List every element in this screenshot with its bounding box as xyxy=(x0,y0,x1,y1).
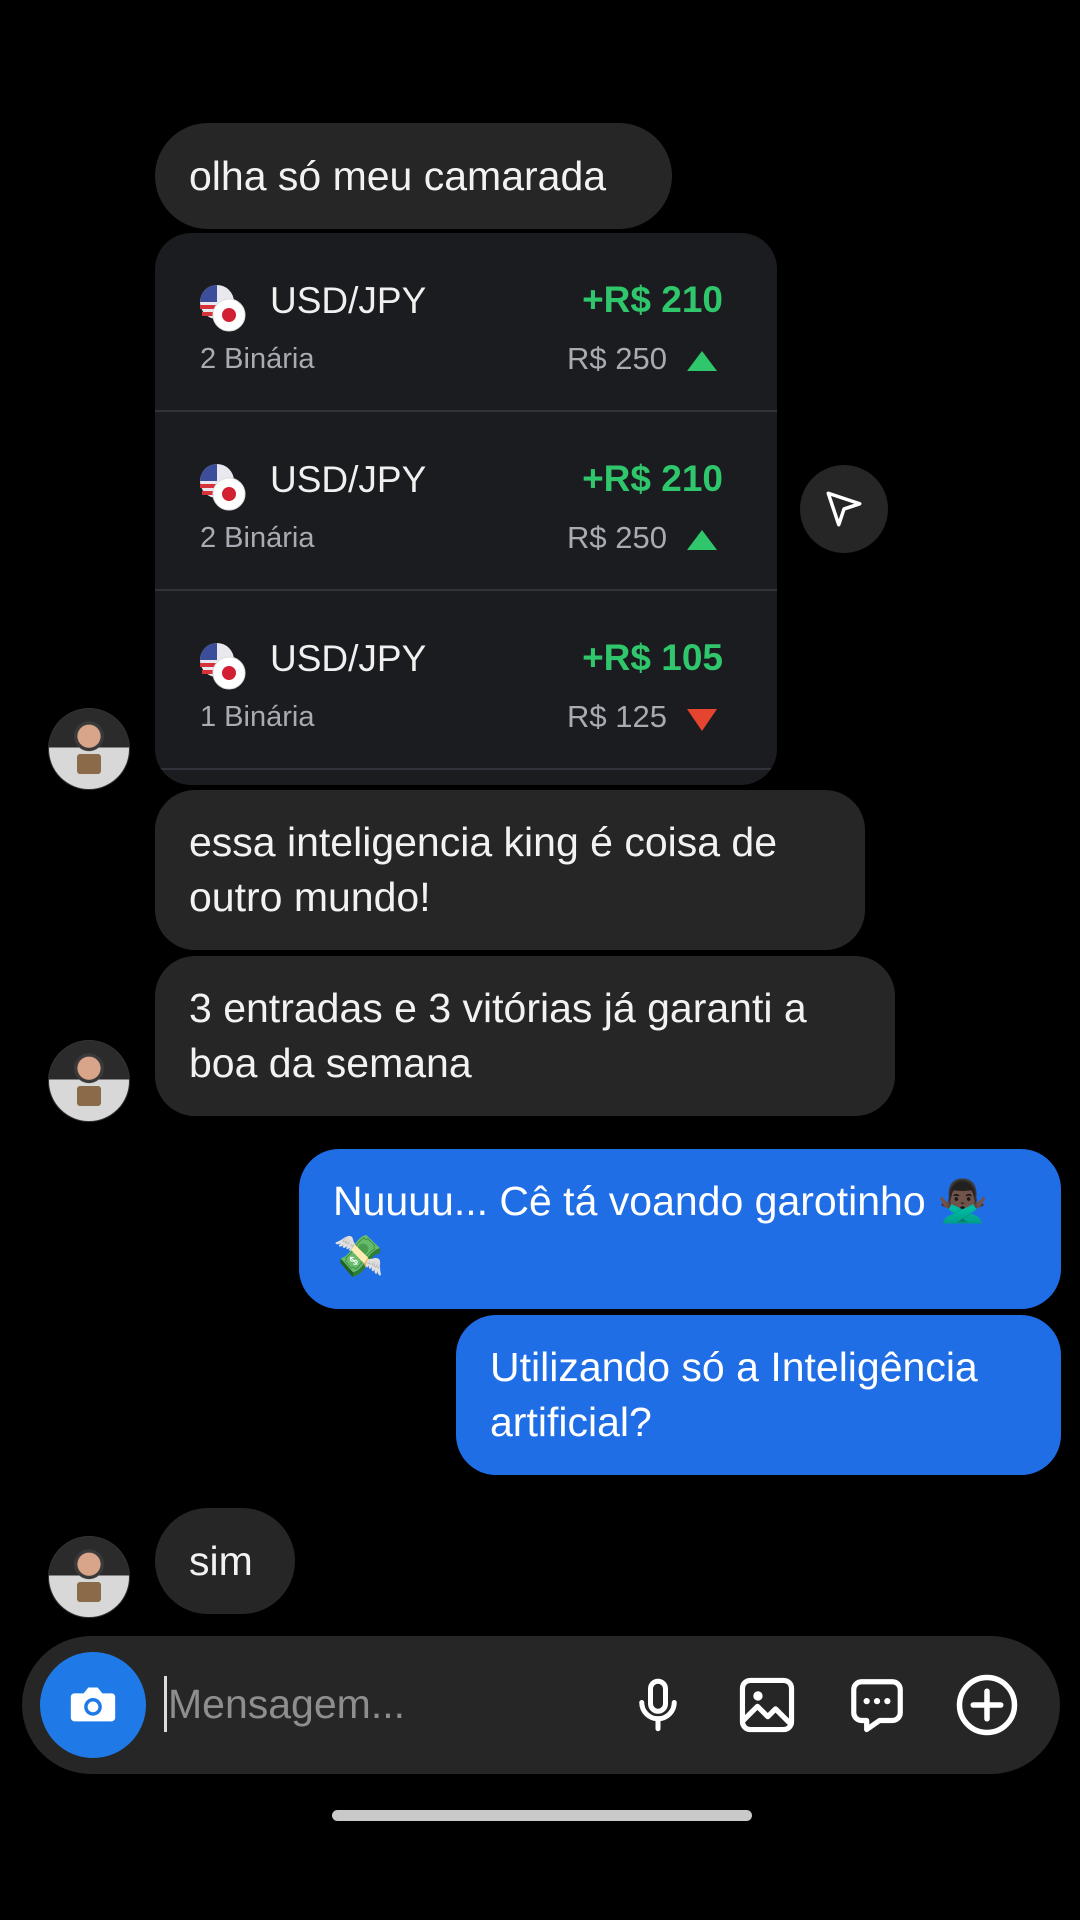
text-cursor xyxy=(164,1676,167,1732)
trade-row: USD/JPY 2 Binária +R$ 210 R$ 250 xyxy=(155,233,777,412)
sticker-button[interactable] xyxy=(843,1671,911,1739)
message-text-line: 💸 xyxy=(333,1233,385,1279)
microphone-button[interactable] xyxy=(624,1671,692,1739)
usd-jpy-flag-icon xyxy=(200,464,246,511)
message-text-line: Nuuuu... Cê tá voando garotinho 🙅🏿‍♂️ xyxy=(333,1178,989,1224)
arrow-up-icon xyxy=(687,351,717,371)
trade-profit: +R$ 210 xyxy=(582,458,723,499)
message-text-line: essa inteligencia king é coisa de xyxy=(189,819,778,865)
outgoing-message[interactable]: Utilizando só a Inteligência artificial? xyxy=(456,1315,1061,1475)
incoming-message[interactable]: olha só meu camarada xyxy=(155,123,672,229)
send-icon xyxy=(826,491,862,527)
message-input[interactable] xyxy=(168,1667,588,1741)
avatar[interactable] xyxy=(48,1040,130,1122)
trade-stake: R$ 250 xyxy=(567,520,667,555)
share-button[interactable] xyxy=(800,465,888,553)
usd-jpy-flag-icon xyxy=(200,285,246,332)
trade-stake: R$ 250 xyxy=(567,341,667,376)
add-button[interactable] xyxy=(953,1671,1021,1739)
message-text-line: Utilizando só a Inteligência xyxy=(490,1344,978,1390)
avatar[interactable] xyxy=(48,1536,130,1618)
incoming-message[interactable]: sim xyxy=(155,1508,295,1614)
message-text-line: boa da semana xyxy=(189,1040,472,1086)
arrow-up-icon xyxy=(687,530,717,550)
message-composer xyxy=(22,1636,1060,1774)
currency-pair: USD/JPY xyxy=(270,459,427,500)
usd-jpy-flag-icon xyxy=(200,643,246,690)
message-text-line: outro mundo! xyxy=(189,874,431,920)
camera-button[interactable] xyxy=(40,1652,146,1758)
image-icon xyxy=(739,1677,795,1733)
incoming-message[interactable]: essa inteligencia king é coisa de outro … xyxy=(155,790,865,950)
outgoing-message[interactable]: Nuuuu... Cê tá voando garotinho 🙅🏿‍♂️ 💸 xyxy=(299,1149,1061,1309)
trade-stake: R$ 125 xyxy=(567,699,667,734)
trade-type: 2 Binária xyxy=(200,343,315,375)
currency-pair: USD/JPY xyxy=(270,280,427,321)
arrow-down-icon xyxy=(687,709,717,731)
trade-type: 1 Binária xyxy=(200,701,315,733)
trade-results-card[interactable]: USD/JPY 2 Binária +R$ 210 R$ 250 USD/JPY… xyxy=(155,233,777,785)
currency-pair: USD/JPY xyxy=(270,638,427,679)
trade-row: USD/JPY 2 Binária +R$ 210 R$ 250 xyxy=(155,412,777,591)
gallery-button[interactable] xyxy=(733,1671,801,1739)
trade-row: USD/JPY 1 Binária +R$ 105 R$ 125 xyxy=(155,591,777,770)
chat-bubble-icon xyxy=(851,1679,903,1733)
trade-profit: +R$ 105 xyxy=(582,637,723,678)
message-text: olha só meu camarada xyxy=(189,152,607,199)
message-text-line: 3 entradas e 3 vitórias já garanti a xyxy=(189,985,807,1031)
incoming-message[interactable]: 3 entradas e 3 vitórias já garanti a boa… xyxy=(155,956,895,1116)
avatar[interactable] xyxy=(48,708,130,790)
microphone-icon xyxy=(639,1678,677,1732)
trade-profit: +R$ 210 xyxy=(582,279,723,320)
home-indicator[interactable] xyxy=(332,1810,752,1821)
plus-circle-icon xyxy=(956,1674,1018,1736)
trade-type: 2 Binária xyxy=(200,522,315,554)
camera-icon xyxy=(70,1687,116,1722)
message-text-line: artificial? xyxy=(490,1399,652,1445)
message-text: sim xyxy=(189,1537,253,1584)
